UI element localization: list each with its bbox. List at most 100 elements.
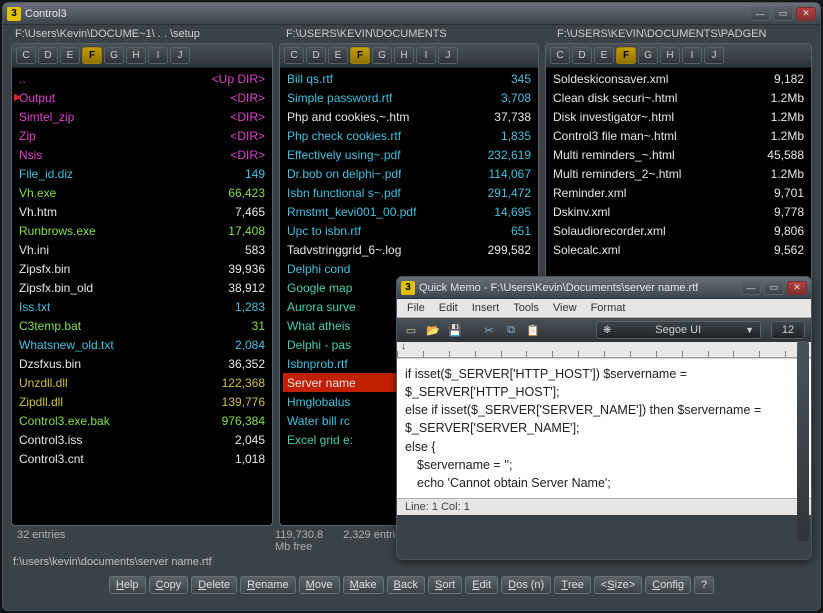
- drive-d-button[interactable]: D: [572, 47, 592, 64]
- cut-icon[interactable]: ✂: [481, 322, 497, 338]
- memo-close-button[interactable]: ✕: [787, 281, 807, 295]
- file-row[interactable]: Multi reminders_2~.html1.2Mb: [549, 164, 808, 183]
- font-size-select[interactable]: 12: [771, 321, 805, 339]
- minimize-button[interactable]: —: [750, 7, 770, 21]
- file-row[interactable]: Control3.cnt1,018: [15, 449, 269, 468]
- move-button[interactable]: Move: [299, 576, 340, 594]
- file-row[interactable]: Upc to isbn.rtf651: [283, 221, 535, 240]
- listing-1[interactable]: ..<Up DIR>▶Output<DIR>Simtel_zip<DIR> Zip…: [12, 68, 272, 525]
- drive-f-button[interactable]: F: [616, 47, 636, 64]
- drive-f-button[interactable]: F: [350, 47, 370, 64]
- maximize-button[interactable]: ▭: [773, 7, 793, 21]
- memo-editor[interactable]: if isset($_SERVER['HTTP_HOST']) $servern…: [397, 358, 811, 498]
- back-button[interactable]: Back: [387, 576, 425, 594]
- file-row[interactable]: Reminder.xml9,701: [549, 183, 808, 202]
- memo-maximize-button[interactable]: ▭: [764, 281, 784, 295]
- drive-d-button[interactable]: D: [306, 47, 326, 64]
- memo-minimize-button[interactable]: —: [741, 281, 761, 295]
- drive-i-button[interactable]: I: [416, 47, 436, 64]
- copy-button[interactable]: Copy: [149, 576, 189, 594]
- drive-c-button[interactable]: C: [16, 47, 36, 64]
- file-row[interactable]: Php check cookies.rtf1,835: [283, 126, 535, 145]
- file-row[interactable]: Simple password.rtf3,708: [283, 88, 535, 107]
- file-row[interactable]: Bill qs.rtf345: [283, 69, 535, 88]
- file-row[interactable]: Vh.exe66,423: [15, 183, 269, 202]
- drive-j-button[interactable]: J: [170, 47, 190, 64]
- file-row[interactable]: Solaudiorecorder.xml9,806: [549, 221, 808, 240]
- menu-view[interactable]: View: [553, 302, 577, 314]
- drive-g-button[interactable]: G: [638, 47, 658, 64]
- --button[interactable]: ?: [694, 576, 714, 594]
- font-select[interactable]: ❋ Segoe UI ▼: [596, 321, 761, 339]
- menu-format[interactable]: Format: [591, 302, 626, 314]
- edit-button[interactable]: Edit: [465, 576, 498, 594]
- delete-button[interactable]: Delete: [191, 576, 237, 594]
- file-row[interactable]: Disk investigator~.html1.2Mb: [549, 107, 808, 126]
- drive-g-button[interactable]: G: [372, 47, 392, 64]
- drive-j-button[interactable]: J: [438, 47, 458, 64]
- drive-e-button[interactable]: E: [328, 47, 348, 64]
- drive-j-button[interactable]: J: [704, 47, 724, 64]
- main-titlebar[interactable]: 3 Control3 — ▭ ✕: [3, 3, 820, 25]
- file-row[interactable]: Whatsnew_old.txt2,084: [15, 335, 269, 354]
- memo-titlebar[interactable]: 3 Quick Memo - F:\Users\Kevin\Documents\…: [397, 277, 811, 299]
- file-row[interactable]: Tadvstringgrid_6~.log299,582: [283, 240, 535, 259]
- menu-insert[interactable]: Insert: [472, 302, 500, 314]
- file-row[interactable]: ▶Output<DIR>: [15, 88, 269, 107]
- file-row[interactable]: Unzdll.dll122,368: [15, 373, 269, 392]
- file-row[interactable]: Effectively using~.pdf232,619: [283, 145, 535, 164]
- dos-n--button[interactable]: Dos (n): [501, 576, 551, 594]
- file-row[interactable]: Control3.iss2,045: [15, 430, 269, 449]
- drive-d-button[interactable]: D: [38, 47, 58, 64]
- file-row[interactable]: Dskinv.xml9,778: [549, 202, 808, 221]
- close-button[interactable]: ✕: [796, 7, 816, 21]
- file-row[interactable]: Dzsfxus.bin36,352: [15, 354, 269, 373]
- file-row[interactable]: Simtel_zip<DIR>: [15, 107, 269, 126]
- tree-button[interactable]: Tree: [554, 576, 591, 594]
- new-icon[interactable]: ▭: [403, 322, 419, 338]
- drive-e-button[interactable]: E: [594, 47, 614, 64]
- copy-icon[interactable]: ⧉: [503, 322, 519, 338]
- file-row[interactable]: Control3 file man~.html1.2Mb: [549, 126, 808, 145]
- menu-edit[interactable]: Edit: [439, 302, 458, 314]
- drive-h-button[interactable]: H: [126, 47, 146, 64]
- file-row[interactable]: Vh.ini583: [15, 240, 269, 259]
- file-row[interactable]: Zipdll.dll139,776: [15, 392, 269, 411]
- file-row[interactable]: Nsis<DIR>: [15, 145, 269, 164]
- file-row[interactable]: Solecalc.xml9,562: [549, 240, 808, 259]
- menu-tools[interactable]: Tools: [513, 302, 539, 314]
- config-button[interactable]: Config: [645, 576, 691, 594]
- paste-icon[interactable]: 📋: [525, 322, 541, 338]
- file-row[interactable]: File_id.diz149: [15, 164, 269, 183]
- rename-button[interactable]: Rename: [240, 576, 296, 594]
- file-row[interactable]: Multi reminders_~.html45,588: [549, 145, 808, 164]
- drive-f-button[interactable]: F: [82, 47, 102, 64]
- file-row[interactable]: Iss.txt1,283: [15, 297, 269, 316]
- drive-h-button[interactable]: H: [660, 47, 680, 64]
- file-row[interactable]: Zipsfx.bin_old38,912: [15, 278, 269, 297]
- drive-e-button[interactable]: E: [60, 47, 80, 64]
- drive-c-button[interactable]: C: [550, 47, 570, 64]
- file-row[interactable]: Vh.htm7,465: [15, 202, 269, 221]
- -size--button[interactable]: <Size>: [594, 576, 642, 594]
- drive-i-button[interactable]: I: [682, 47, 702, 64]
- file-row[interactable]: C3temp.bat31: [15, 316, 269, 335]
- file-row[interactable]: Runbrows.exe17,408: [15, 221, 269, 240]
- memo-scrollbar[interactable]: [797, 341, 809, 541]
- menu-file[interactable]: File: [407, 302, 425, 314]
- open-icon[interactable]: 📂: [425, 322, 441, 338]
- file-row[interactable]: Isbn functional s~.pdf291,472: [283, 183, 535, 202]
- sort-button[interactable]: Sort: [428, 576, 462, 594]
- file-row[interactable]: Soldeskiconsaver.xml9,182: [549, 69, 808, 88]
- drive-i-button[interactable]: I: [148, 47, 168, 64]
- drive-h-button[interactable]: H: [394, 47, 414, 64]
- drive-c-button[interactable]: C: [284, 47, 304, 64]
- help-button[interactable]: Help: [109, 576, 146, 594]
- file-row[interactable]: ..<Up DIR>: [15, 69, 269, 88]
- file-row[interactable]: Php and cookies,~.htm37,738: [283, 107, 535, 126]
- file-row[interactable]: Dr.bob on delphi~.pdf114,067: [283, 164, 535, 183]
- file-row[interactable]: Clean disk securi~.html1.2Mb: [549, 88, 808, 107]
- file-row[interactable]: Rmstmt_kevi001_00.pdf14,695: [283, 202, 535, 221]
- file-row[interactable]: Control3.exe.bak976,384: [15, 411, 269, 430]
- make-button[interactable]: Make: [343, 576, 384, 594]
